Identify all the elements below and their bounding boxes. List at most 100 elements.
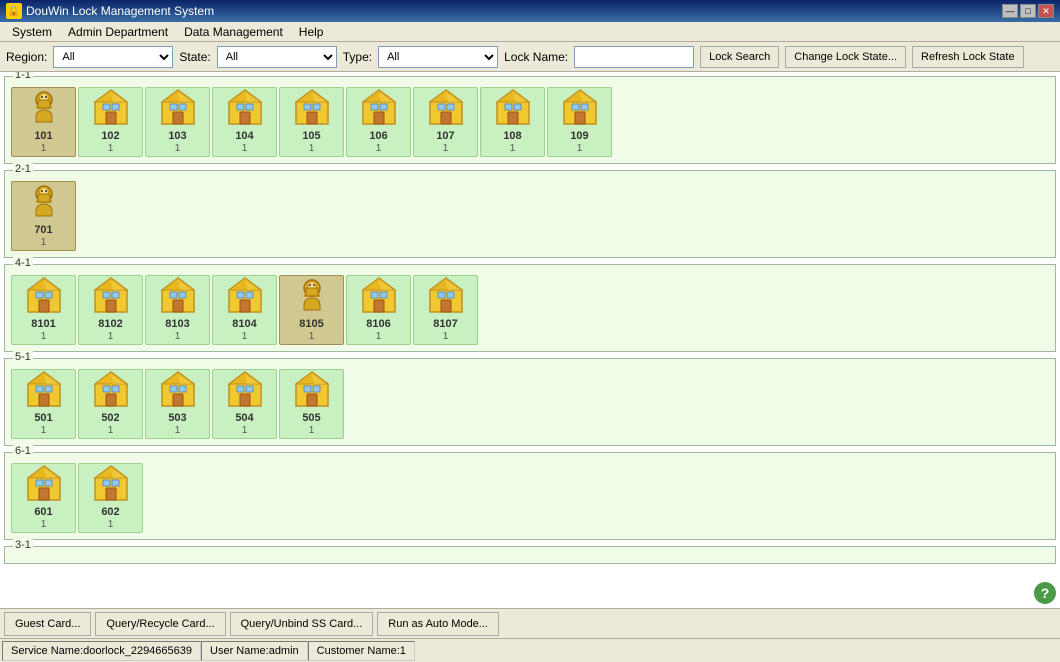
lock-icon-602 xyxy=(85,462,137,506)
lock-sub-8107: 1 xyxy=(443,331,449,342)
lock-item-505[interactable]: 5051 xyxy=(279,369,344,439)
lock-sub-103: 1 xyxy=(175,143,181,154)
lock-sub-8104: 1 xyxy=(242,331,248,342)
toolbar: Region: All State: All Type: All Lock Na… xyxy=(0,42,1060,72)
lock-icon-8105 xyxy=(286,274,338,318)
lock-icon-503 xyxy=(152,368,204,412)
change-lock-state-button[interactable]: Change Lock State... xyxy=(785,46,906,68)
minimize-button[interactable]: — xyxy=(1002,4,1018,18)
type-select[interactable]: All xyxy=(378,46,498,68)
menu-item-help[interactable]: Help xyxy=(291,23,332,41)
lock-number-107: 107 xyxy=(436,130,454,143)
lock-item-8107[interactable]: 81071 xyxy=(413,275,478,345)
menu-item-system[interactable]: System xyxy=(4,23,60,41)
lock-sub-8102: 1 xyxy=(108,331,114,342)
lock-item-102[interactable]: 1021 xyxy=(78,87,143,157)
lock-number-104: 104 xyxy=(235,130,253,143)
lock-item-8101[interactable]: 81011 xyxy=(11,275,76,345)
lock-number-8106: 8106 xyxy=(366,318,390,331)
help-circle[interactable]: ? xyxy=(1034,582,1056,604)
lock-icon-8103 xyxy=(152,274,204,318)
lock-icon-104 xyxy=(219,86,271,130)
lock-icon-701 xyxy=(18,180,70,224)
lock-sub-501: 1 xyxy=(41,425,47,436)
lock-number-109: 109 xyxy=(570,130,588,143)
lock-item-101[interactable]: 1011 xyxy=(11,87,76,157)
main-content: 1-1 1011 1021 xyxy=(0,72,1060,608)
lock-icon-101 xyxy=(18,86,70,130)
menubar: SystemAdmin DepartmentData ManagementHel… xyxy=(0,22,1060,42)
lock-sub-101: 1 xyxy=(41,143,47,154)
lock-sub-8105: 1 xyxy=(309,331,315,342)
lock-icon-501 xyxy=(18,368,70,412)
lock-number-8101: 8101 xyxy=(31,318,55,331)
app-icon: 🔒 xyxy=(6,3,22,19)
lock-icon-504 xyxy=(219,368,271,412)
close-button[interactable]: ✕ xyxy=(1038,4,1054,18)
window-controls: — □ ✕ xyxy=(1002,4,1054,18)
lock-item-109[interactable]: 1091 xyxy=(547,87,612,157)
lock-search-button[interactable]: Lock Search xyxy=(700,46,779,68)
region-label: Region: xyxy=(6,50,47,64)
lock-item-8106[interactable]: 81061 xyxy=(346,275,411,345)
lock-icon-8107 xyxy=(420,274,472,318)
lock-number-106: 106 xyxy=(369,130,387,143)
lock-sub-602: 1 xyxy=(108,519,114,530)
lock-item-8102[interactable]: 81021 xyxy=(78,275,143,345)
section-title-4-1: 4-1 xyxy=(13,257,33,269)
lock-item-8104[interactable]: 81041 xyxy=(212,275,277,345)
maximize-button[interactable]: □ xyxy=(1020,4,1036,18)
customer-status: Customer Name:1 xyxy=(308,641,415,661)
user-status: User Name:admin xyxy=(201,641,308,661)
lock-icon-8106 xyxy=(353,274,405,318)
section-content-4-1: 81011 81021 81031 xyxy=(11,275,1049,345)
lock-sub-701: 1 xyxy=(41,237,47,248)
lock-number-502: 502 xyxy=(101,412,119,425)
lock-item-503[interactable]: 5031 xyxy=(145,369,210,439)
menu-item-data-management[interactable]: Data Management xyxy=(176,23,291,41)
section-5-1: 5-1 5011 5021 xyxy=(4,358,1056,446)
section-2-1: 2-1 7011 xyxy=(4,170,1056,258)
type-label: Type: xyxy=(343,50,372,64)
lock-item-601[interactable]: 6011 xyxy=(11,463,76,533)
lock-number-505: 505 xyxy=(302,412,320,425)
lock-item-103[interactable]: 1031 xyxy=(145,87,210,157)
lock-item-105[interactable]: 1051 xyxy=(279,87,344,157)
lock-item-104[interactable]: 1041 xyxy=(212,87,277,157)
lock-sub-505: 1 xyxy=(309,425,315,436)
lock-item-8103[interactable]: 81031 xyxy=(145,275,210,345)
lock-item-108[interactable]: 1081 xyxy=(480,87,545,157)
lock-item-502[interactable]: 5021 xyxy=(78,369,143,439)
section-content-6-1: 6011 6021 xyxy=(11,463,1049,533)
lock-name-input[interactable] xyxy=(574,46,694,68)
lock-number-601: 601 xyxy=(34,506,52,519)
lock-item-106[interactable]: 1061 xyxy=(346,87,411,157)
section-6-1: 6-1 6011 6021 xyxy=(4,452,1056,540)
lock-sub-108: 1 xyxy=(510,143,516,154)
lock-sub-106: 1 xyxy=(376,143,382,154)
section-title-3-1: 3-1 xyxy=(13,539,33,551)
section-1-1: 1-1 1011 1021 xyxy=(4,76,1056,164)
lock-number-102: 102 xyxy=(101,130,119,143)
titlebar: 🔒 DouWin Lock Management System — □ ✕ xyxy=(0,0,1060,22)
service-status: Service Name:doorlock_2294665639 xyxy=(2,641,201,661)
section-content-1-1: 1011 1021 1031 xyxy=(11,87,1049,157)
refresh-lock-state-button[interactable]: Refresh Lock State xyxy=(912,46,1024,68)
lock-item-8105[interactable]: 81051 xyxy=(279,275,344,345)
lock-item-504[interactable]: 5041 xyxy=(212,369,277,439)
section-title-1-1: 1-1 xyxy=(13,72,33,81)
lock-icon-106 xyxy=(353,86,405,130)
lock-item-107[interactable]: 1071 xyxy=(413,87,478,157)
region-select[interactable]: All xyxy=(53,46,173,68)
lock-icon-8101 xyxy=(18,274,70,318)
lock-item-602[interactable]: 6021 xyxy=(78,463,143,533)
lock-sub-8106: 1 xyxy=(376,331,382,342)
section-content-5-1: 5011 5021 5031 xyxy=(11,369,1049,439)
bottom-bar: Guest Card...Query/Recycle Card...Query/… xyxy=(0,608,1060,638)
lock-item-501[interactable]: 5011 xyxy=(11,369,76,439)
lock-sub-107: 1 xyxy=(443,143,449,154)
lock-item-701[interactable]: 7011 xyxy=(11,181,76,251)
state-select[interactable]: All xyxy=(217,46,337,68)
lock-number-101: 101 xyxy=(34,130,52,143)
menu-item-admin-department[interactable]: Admin Department xyxy=(60,23,176,41)
